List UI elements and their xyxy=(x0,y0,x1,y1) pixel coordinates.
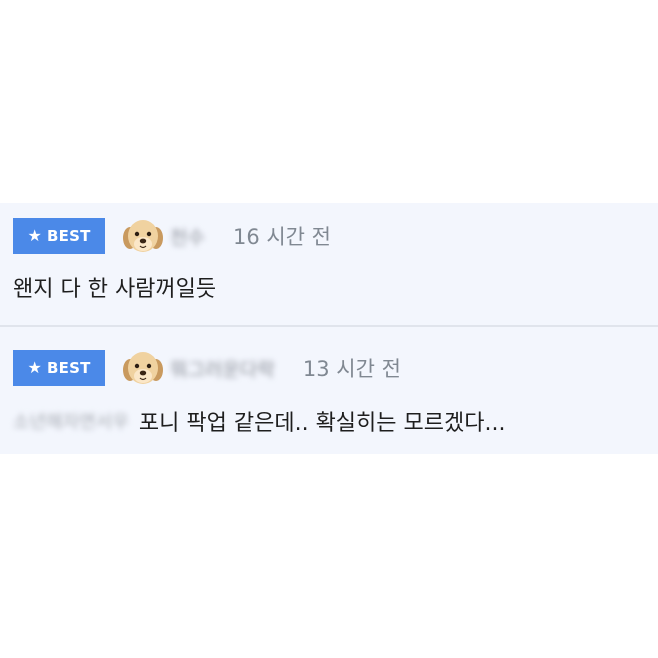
username-text[interactable]: 뭐그러운다락 xyxy=(170,355,275,382)
comment-time: 16 시간 전 xyxy=(232,225,332,249)
best-comments-list: ★ BEST 천수 16 시간 전 왠지 다 한 사람꺼일듯 ★ BEST 뭐그… xyxy=(0,203,658,454)
puppy-avatar-icon[interactable] xyxy=(122,216,164,256)
username-text[interactable]: 천수 xyxy=(170,223,205,250)
comment-item: ★ BEST 천수 16 시간 전 왠지 다 한 사람꺼일듯 xyxy=(0,203,658,325)
comment-body: 소년해자면서우 포니 팍업 같은데.. 확실히는 모르겠다... xyxy=(13,405,505,437)
comment-body: 왠지 다 한 사람꺼일듯 xyxy=(13,271,216,303)
comment-text: 왠지 다 한 사람꺼일듯 xyxy=(13,277,217,302)
comment-time: 13 시간 전 xyxy=(302,357,401,381)
best-badge: ★ BEST xyxy=(13,350,105,386)
reply-target-mention[interactable]: 소년해자면서우 xyxy=(13,408,129,434)
best-badge-label: BEST xyxy=(47,359,91,377)
page: ★ BEST 천수 16 시간 전 왠지 다 한 사람꺼일듯 ★ BEST 뭐그… xyxy=(0,0,658,658)
comment-meta: ★ BEST 뭐그러운다락 13 시간 전 xyxy=(13,350,401,386)
comment-text: 포니 팍업 같은데.. 확실히는 모르겠다... xyxy=(138,411,506,436)
star-icon: ★ xyxy=(27,226,43,245)
best-badge-label: BEST xyxy=(47,227,91,245)
best-badge: ★ BEST xyxy=(13,218,105,254)
username[interactable]: 뭐그러운다락 xyxy=(170,355,275,382)
star-icon: ★ xyxy=(27,358,43,377)
comment-meta: ★ BEST 천수 16 시간 전 xyxy=(13,218,331,254)
comment-item: ★ BEST 뭐그러운다락 13 시간 전 소년해자면서우 포니 팍업 같은데.… xyxy=(0,327,658,454)
puppy-avatar-icon[interactable] xyxy=(122,348,164,388)
username[interactable]: 천수 xyxy=(170,223,205,250)
